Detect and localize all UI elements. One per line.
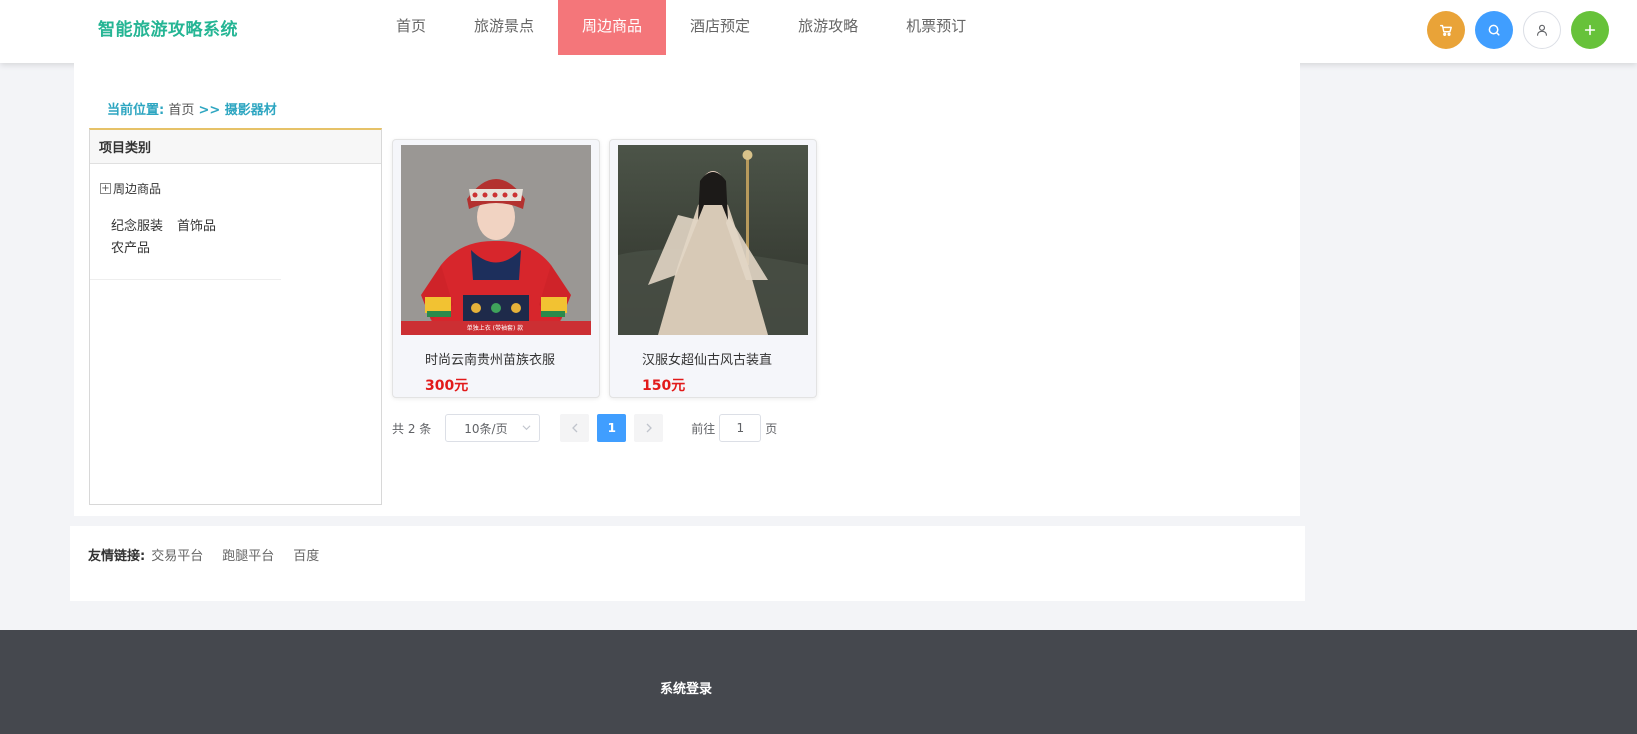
category-item-farm-products[interactable]: 农产品: [111, 241, 150, 256]
page-size-select[interactable]: 10条/页: [445, 414, 541, 442]
page-suffix: 页: [765, 421, 778, 436]
add-button[interactable]: [1571, 11, 1609, 49]
nav-item-guides[interactable]: 旅游攻略: [774, 0, 882, 55]
plus-icon: [1584, 24, 1596, 36]
product-image[interactable]: [618, 145, 808, 335]
chevron-left-icon: [571, 423, 578, 433]
user-icon: [1537, 24, 1547, 36]
breadcrumb-home[interactable]: 首页: [168, 103, 194, 118]
friend-link[interactable]: 交易平台: [151, 545, 203, 564]
top-navbar: 智能旅游攻略系统 首页 旅游景点 周边商品 酒店预定 旅游攻略 机票预订: [0, 0, 1637, 63]
category-sidebar: 项目类别 + 周边商品 纪念服装 首饰品 农产品: [89, 128, 382, 505]
breadcrumb-current: >> 摄影器材: [198, 103, 277, 118]
goto-label: 前往: [691, 421, 716, 436]
breadcrumb: 当前位置: 首页 >> 摄影器材: [107, 99, 277, 118]
product-card[interactable]: 汉服女超仙古风古装直 150元: [609, 139, 817, 398]
prev-page-button[interactable]: [560, 414, 590, 442]
product-image-caption: 单独上衣 (带袖套) 款: [466, 325, 524, 332]
breadcrumb-label: 当前位置:: [107, 103, 165, 118]
cart-button[interactable]: [1427, 11, 1465, 49]
product-price: 150元: [642, 378, 686, 394]
pagination-total: 共 2 条: [392, 421, 432, 436]
friend-links-panel: 友情链接: 交易平台 跑腿平台 百度: [70, 526, 1305, 601]
footer: 系统登录: [0, 630, 1637, 734]
main-nav: 首页 旅游景点 周边商品 酒店预定 旅游攻略 机票预订: [380, 0, 990, 55]
friend-link[interactable]: 跑腿平台: [222, 545, 274, 564]
site-title: 智能旅游攻略系统: [98, 20, 238, 40]
nav-item-attractions[interactable]: 旅游景点: [450, 0, 558, 55]
nav-item-hotels[interactable]: 酒店预定: [666, 0, 774, 55]
search-icon: [1488, 24, 1500, 36]
expand-icon[interactable]: +: [100, 183, 111, 194]
user-button[interactable]: [1523, 11, 1561, 49]
category-children: 纪念服装 首饰品 农产品: [111, 216, 261, 260]
category-item-jewelry[interactable]: 首饰品: [177, 219, 216, 234]
page-number-button[interactable]: 1: [597, 414, 627, 442]
cart-icon: [1440, 24, 1452, 36]
nav-item-products[interactable]: 周边商品: [558, 0, 667, 55]
sidebar-title: 项目类别: [90, 130, 381, 164]
product-name[interactable]: 汉服女超仙古风古装直: [642, 349, 772, 368]
product-name[interactable]: 时尚云南贵州苗族衣服: [425, 349, 555, 368]
pagination: 共 2 条 10条/页 1 前往 页: [392, 414, 777, 442]
friend-links: 友情链接: 交易平台 跑腿平台 百度: [88, 545, 338, 564]
chevron-right-icon: [646, 423, 652, 433]
category-root[interactable]: + 周边商品: [100, 180, 161, 197]
system-login-link[interactable]: 系统登录: [660, 678, 712, 697]
divider: [90, 279, 281, 280]
nav-item-home[interactable]: 首页: [380, 0, 450, 55]
page-size-value: 10条/页: [464, 421, 508, 436]
search-button[interactable]: [1475, 11, 1513, 49]
product-price: 300元: [425, 378, 469, 394]
goto-page-input[interactable]: [719, 414, 762, 442]
friend-links-label: 友情链接:: [88, 549, 146, 564]
product-card[interactable]: 时尚云南贵州苗族衣服 300元: [392, 139, 600, 398]
category-item-souvenir-clothing[interactable]: 纪念服装: [111, 219, 163, 234]
nav-item-flights[interactable]: 机票预订: [882, 0, 990, 55]
chevron-down-icon: [522, 425, 531, 431]
category-root-label: 周边商品: [113, 182, 162, 196]
friend-link[interactable]: 百度: [293, 545, 319, 564]
next-page-button[interactable]: [634, 414, 664, 442]
product-image[interactable]: [401, 145, 591, 335]
